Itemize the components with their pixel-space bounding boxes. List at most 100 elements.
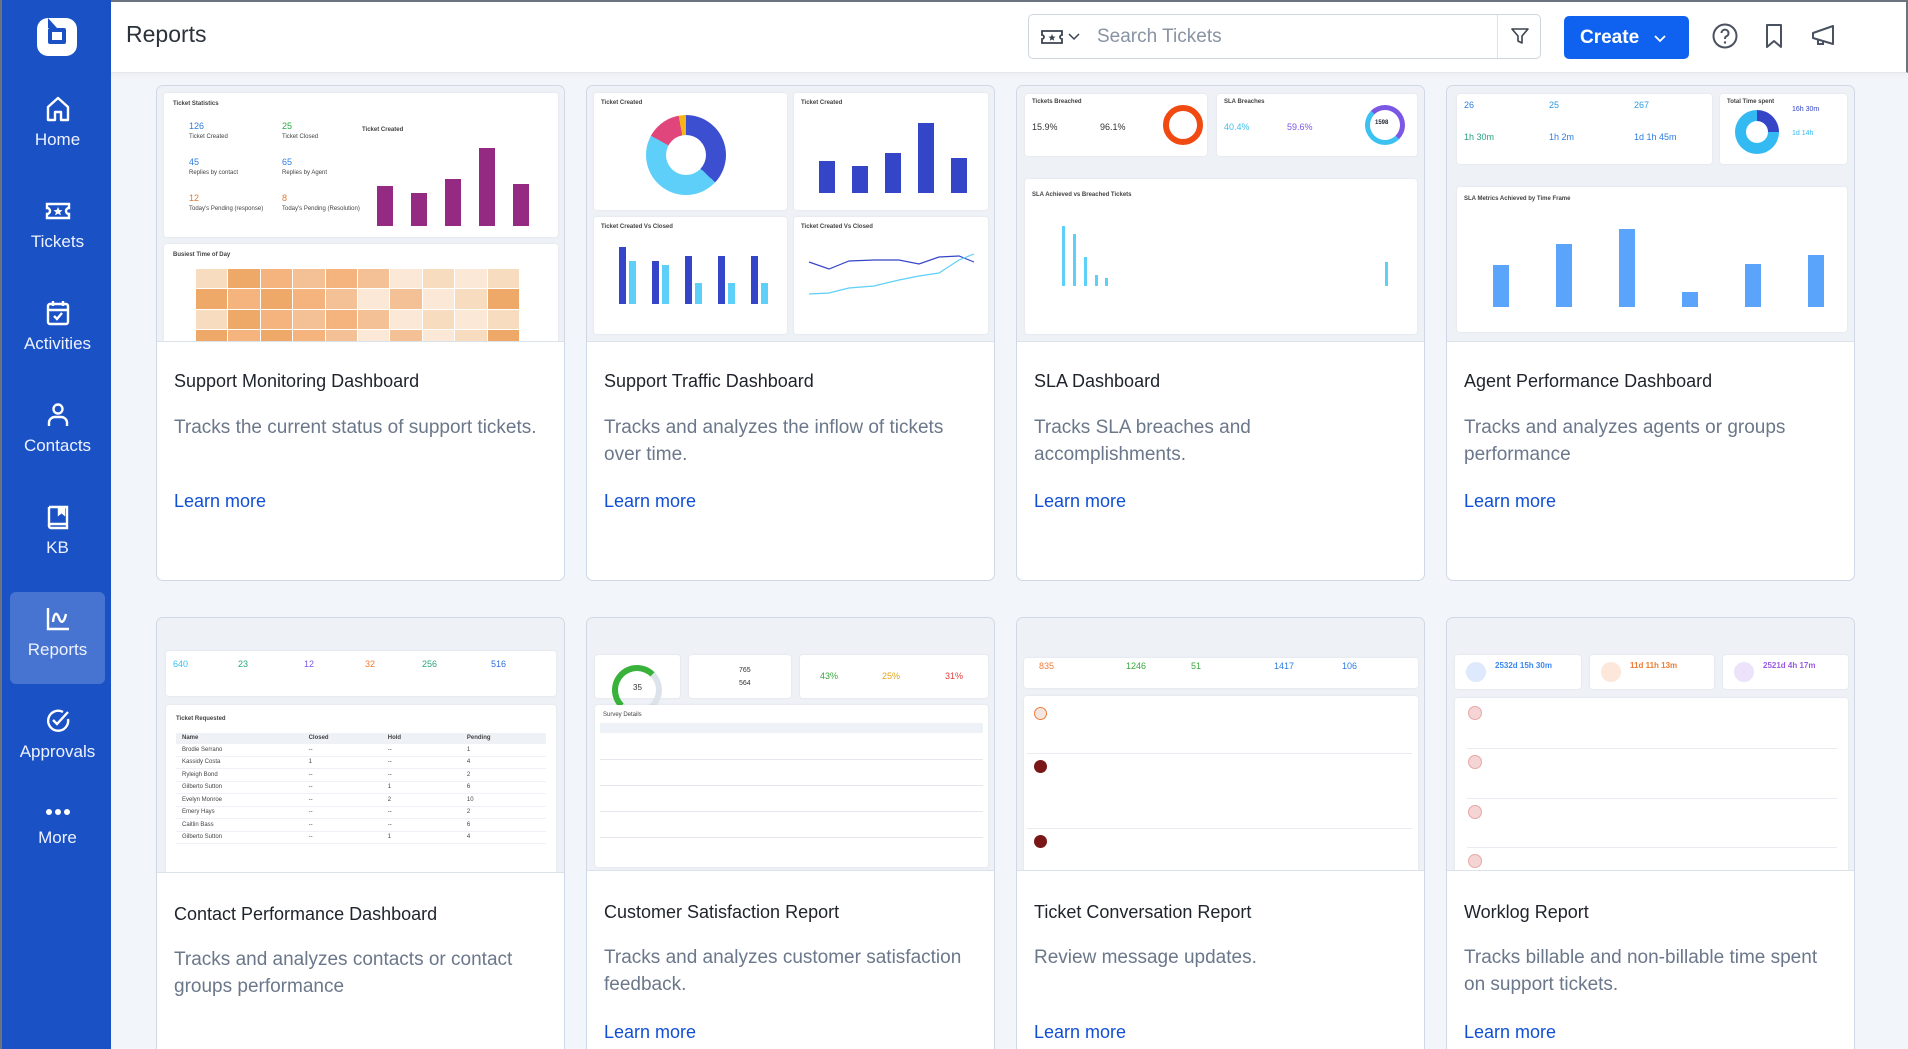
report-card-support-traffic[interactable]: Ticket Created Ticket Created Ticket Cre…	[586, 85, 995, 581]
preview-stat: 25%	[882, 671, 901, 681]
preview-panel: Survey Details	[595, 705, 988, 867]
card-description: Tracks billable and non-billable time sp…	[1464, 947, 1818, 995]
preview-stat: 45	[189, 157, 200, 167]
card-title: Support Monitoring Dashboard	[174, 371, 420, 391]
sidebar-item-label: Reports	[27, 640, 88, 659]
preview-stat: 8	[282, 193, 288, 203]
report-card-worklog[interactable]: 2532d 15h 30m 11d 11h 13m 2521d 4h 17m W…	[1446, 617, 1855, 1049]
preview-stat: 32	[365, 659, 376, 669]
preview-panel: 2532d 15h 30m	[1455, 655, 1581, 689]
heatmap-cell	[422, 309, 455, 329]
sidebar-item-label: Tickets	[30, 232, 85, 251]
preview-stat: 12	[304, 659, 315, 669]
sidebar-item-approvals[interactable]: Approvals	[10, 694, 105, 786]
card-title: Contact Performance Dashboard	[174, 904, 438, 924]
preview-text: SLA Breaches	[1224, 99, 1265, 105]
preview-text: Ticket Requested	[176, 716, 226, 722]
heatmap-cell	[455, 289, 487, 309]
chevron-down-icon[interactable]	[1067, 29, 1081, 43]
learn-more-link[interactable]: Learn more	[1034, 1022, 1126, 1043]
report-card-contact-performance[interactable]: 640 23 12 32 256 516 Ticket Requested Na…	[156, 617, 565, 1049]
ticket-type-icon[interactable]	[1040, 27, 1064, 47]
card-title: Agent Performance Dashboard	[1464, 371, 1713, 391]
preview-bar	[479, 148, 495, 226]
table-cell: 4	[466, 834, 471, 841]
heatmap-cell	[260, 329, 293, 341]
report-card-support-monitoring[interactable]: Ticket Statistics 126 Ticket Created 25 …	[156, 85, 565, 581]
preview-panel: 11d 11h 13m	[1590, 655, 1714, 689]
report-card-sla[interactable]: Tickets Breached 15.9% 96.1% SLA Breache…	[1016, 85, 1425, 581]
search-input[interactable]	[1097, 23, 1477, 51]
report-card-ticket-conversation[interactable]: 835 1246 51 1417 106 Ticket Conversation…	[1016, 617, 1425, 1049]
report-card-agent-performance[interactable]: 26 25 267 1h 30m 1h 2m 1d 1h 45m Total T…	[1446, 85, 1855, 581]
sidebar-item-tickets[interactable]: Tickets	[10, 184, 105, 276]
ticket-icon	[45, 202, 70, 220]
table-row: Brodie Serrano -- -- 1	[176, 744, 546, 757]
heatmap-cell	[325, 289, 357, 309]
heatmap-cell	[196, 289, 228, 309]
preview-stat: 640	[173, 659, 189, 669]
preview-stat: 96.1%	[1100, 122, 1126, 132]
preview-stat: 25	[1549, 100, 1560, 110]
learn-more-link[interactable]: Learn more	[604, 1022, 696, 1043]
sidebar-item-contacts[interactable]: Contacts	[10, 388, 105, 480]
megaphone-icon[interactable]	[1809, 22, 1841, 50]
table-row: Evelyn Monroe -- 2 10	[176, 794, 546, 807]
preview-stat: 25	[282, 121, 293, 131]
preview-stat: 43%	[820, 671, 839, 681]
sidebar-item-reports[interactable]: Reports	[10, 592, 105, 684]
preview-stat: 564	[739, 680, 751, 687]
preview-stat: 11d 11h 13m	[1630, 661, 1678, 670]
sidebar-item-kb[interactable]: KB	[10, 490, 105, 582]
sidebar-item-home[interactable]: Home	[10, 82, 105, 174]
preview-panel: Ticket Created	[794, 93, 988, 210]
table-cell: Closed	[308, 735, 329, 741]
preview-stat: 16h 30m	[1792, 106, 1820, 113]
table-cell: 2	[466, 809, 471, 816]
report-card-customer-satisfaction[interactable]: 35 765 564 43% 25% 31% Survey Details Cu…	[586, 617, 995, 1049]
table-cell: 1	[308, 759, 312, 766]
preview-stat: 1h 2m	[1549, 132, 1575, 142]
preview-stat: 12	[189, 193, 200, 203]
table-cell: --	[308, 809, 313, 816]
learn-more-link[interactable]: Learn more	[174, 491, 266, 512]
learn-more-link[interactable]: Learn more	[604, 491, 696, 512]
report-preview: 35 765 564 43% 25% 31% Survey Details	[587, 618, 994, 871]
preview-text: Ticket Created	[601, 100, 643, 106]
heatmap-cell	[293, 269, 325, 289]
table-cell: --	[308, 821, 313, 828]
preview-panel: Ticket Requested Name Closed Hold Pending Br…	[166, 705, 556, 872]
table-cell: 2	[387, 796, 392, 803]
learn-more-link[interactable]: Learn more	[1034, 491, 1126, 512]
heatmap-cell	[325, 309, 357, 329]
sidebar-item-activities[interactable]: Activities	[10, 286, 105, 378]
table-cell: --	[308, 834, 313, 841]
preview-text: Ticket Created Vs Closed	[801, 224, 873, 230]
preview-panel: 26 25 267 1h 30m 1h 2m 1d 1h 45m	[1457, 94, 1712, 164]
heatmap-cell	[228, 309, 260, 329]
preview-stat: 106	[1342, 661, 1358, 671]
create-button[interactable]: Create	[1564, 16, 1689, 59]
sidebar-item-label: More	[38, 828, 77, 847]
preview-stat: 2532d 15h 30m	[1495, 661, 1552, 670]
preview-stat: 1d 1h 45m	[1634, 132, 1677, 142]
table-cell: --	[387, 809, 392, 816]
learn-more-link[interactable]: Learn more	[1464, 491, 1556, 512]
card-title: Ticket Conversation Report	[1034, 902, 1252, 922]
sidebar-item-label: Activities	[23, 334, 92, 353]
card-title: Customer Satisfaction Report	[604, 902, 840, 922]
sidebar-item-more[interactable]: More	[10, 790, 105, 882]
preview-stat: 256	[422, 659, 438, 669]
table-cell: 1	[387, 834, 392, 841]
app-logo-icon[interactable]	[35, 16, 79, 58]
more-dots-icon	[45, 809, 70, 815]
learn-more-link[interactable]: Learn more	[1464, 1022, 1556, 1043]
heatmap-cell	[228, 289, 260, 309]
preview-panel: 765 564	[689, 655, 791, 698]
bookmark-icon[interactable]	[1762, 22, 1786, 50]
filter-icon[interactable]	[1510, 26, 1530, 46]
table-cell: Kassidy Costa	[182, 759, 221, 766]
report-preview: 26 25 267 1h 30m 1h 2m 1d 1h 45m Total T…	[1447, 86, 1854, 342]
help-icon[interactable]	[1711, 22, 1739, 50]
heatmap-cell	[422, 289, 455, 309]
